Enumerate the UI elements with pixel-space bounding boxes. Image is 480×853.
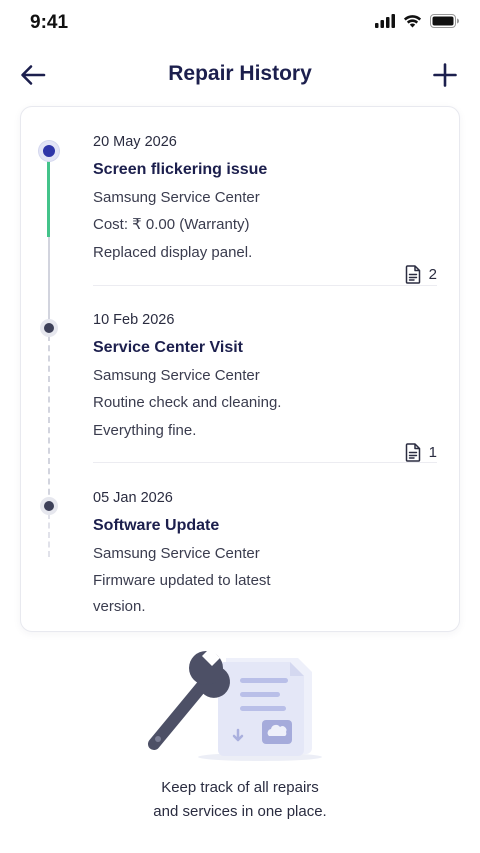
entry-note: Firmware updated to latest [93,572,271,589]
cellular-signal-icon [375,14,395,33]
divider [93,462,437,463]
attachments-count: 2 [428,266,437,283]
timeline-dashed-line [48,335,50,505]
status-time: 9:41 [30,12,69,33]
add-repair-button[interactable] [430,60,460,90]
entry-title: Screen flickering issue [93,161,268,178]
entry-service-center: Samsung Service Center [93,188,260,206]
document-icon [405,443,420,462]
entry-date: 20 May 2026 [93,134,177,150]
plus-icon [433,63,457,87]
document-icon [405,265,420,284]
entry-note: Everything fine. [93,421,197,439]
footer-line-2: and services in one place. [153,803,327,820]
repair-illustration [140,648,340,764]
timeline-dot-active [39,141,59,161]
footer-caption: Keep track of all repairs and services i… [0,776,480,824]
timeline-dot [40,497,58,515]
footer-line-1: Keep track of all repairs [161,779,319,796]
attachments-badge[interactable]: 2 [405,265,437,284]
entry-date: 05 Jan 2026 [93,490,173,506]
entry-title: Service Center Visit [93,339,244,356]
timeline-line [48,237,50,327]
entry-note: Replaced display panel. [93,243,253,261]
battery-icon [430,14,460,33]
entry-note: Routine check and cleaning. [93,394,282,411]
repair-entry[interactable]: 05 Jan 2026 Software Update Samsung Serv… [93,487,437,618]
entry-note: version. [93,598,146,615]
header: Repair History [0,52,480,98]
timeline-dot [40,319,58,337]
page-title: Repair History [168,62,312,85]
entry-cost: Cost: ₹ 0.00 (Warranty) [93,216,250,233]
entry-date: 10 Feb 2026 [93,312,175,328]
divider [93,285,437,286]
wifi-icon [403,14,422,33]
repair-history-card: 20 May 2026 Screen flickering issue Sams… [20,106,460,632]
entry-title: Software Update [93,517,220,534]
repair-entry[interactable]: 10 Feb 2026 Service Center Visit Samsung… [93,309,437,462]
timeline-progress-line [47,151,50,237]
entry-service-center: Samsung Service Center [93,366,260,384]
attachments-count: 1 [428,444,437,461]
entry-service-center: Samsung Service Center [93,544,260,562]
status-bar: 9:41 [0,0,480,46]
repair-entry[interactable]: 20 May 2026 Screen flickering issue Sams… [93,131,437,284]
timeline-dashed-line-end [48,513,50,557]
attachments-badge[interactable]: 1 [405,443,437,462]
status-icons [375,14,460,33]
